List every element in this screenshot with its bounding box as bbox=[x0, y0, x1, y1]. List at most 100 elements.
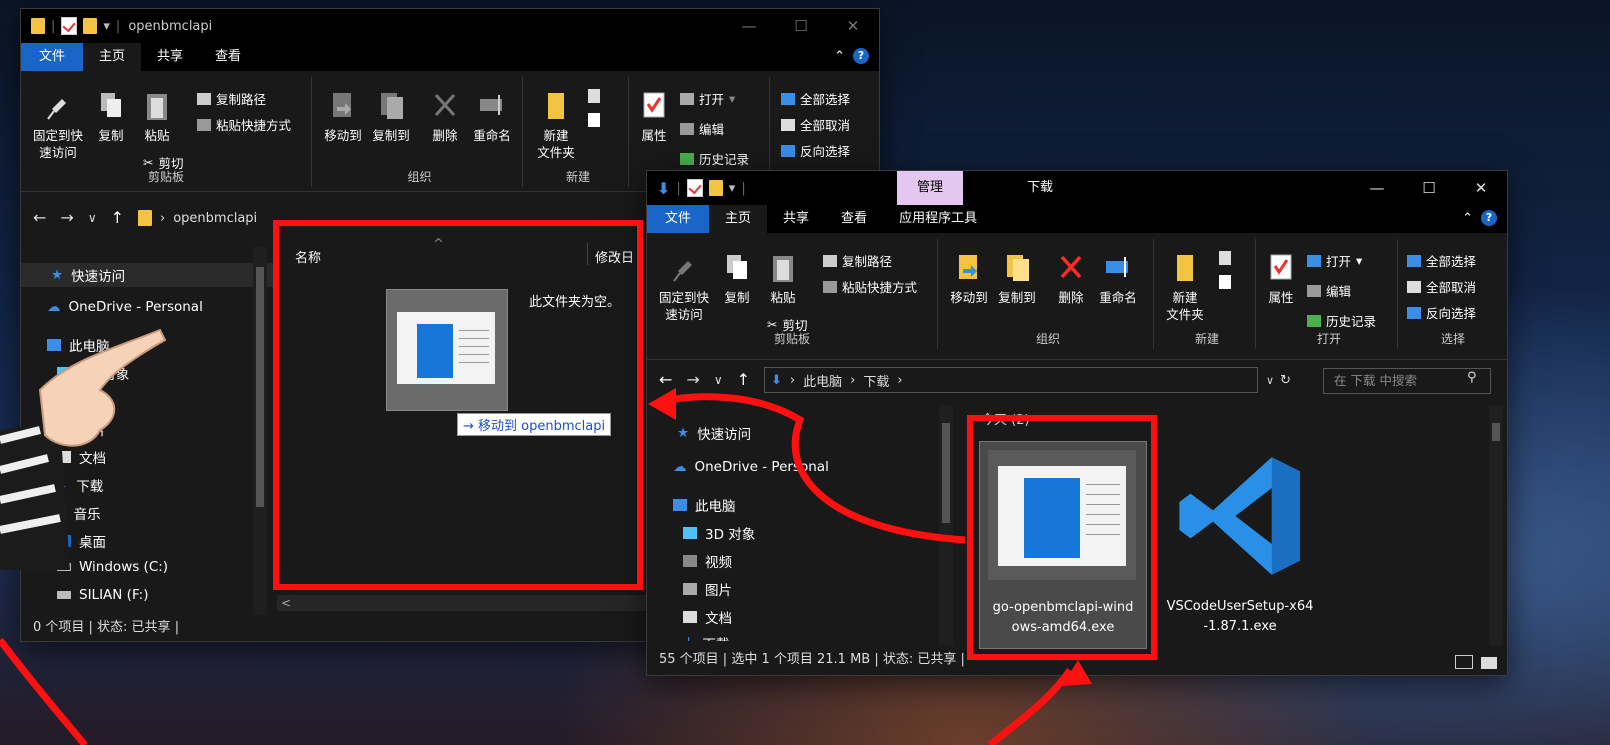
open-button[interactable]: 打开 ▾ bbox=[680, 89, 735, 108]
copy-button[interactable]: 复制 bbox=[91, 89, 131, 144]
tab-share[interactable]: 共享 bbox=[141, 43, 199, 71]
nav-item-downloads[interactable]: ↓下载 bbox=[683, 633, 729, 641]
close-button[interactable]: ✕ bbox=[827, 9, 879, 43]
breadcrumb-downloads[interactable]: 下载 bbox=[863, 371, 889, 390]
tab-view[interactable]: 查看 bbox=[199, 43, 257, 71]
horizontal-scrollbar[interactable]: < bbox=[277, 595, 661, 611]
help-icon[interactable]: ? bbox=[853, 48, 869, 64]
pin-quick-access-button[interactable]: 固定到快 速访问 bbox=[653, 251, 715, 323]
select-all-button[interactable]: 全部选择 bbox=[781, 89, 850, 108]
nav-item-pictures[interactable]: 图片 bbox=[683, 579, 732, 599]
paste-shortcut-button[interactable]: 粘贴快捷方式 bbox=[823, 277, 917, 296]
easy-access-button[interactable] bbox=[1219, 275, 1231, 289]
delete-button[interactable]: 删除 bbox=[425, 89, 465, 144]
file-item-vscode-setup[interactable]: VSCodeUserSetup-x64 -1.87.1.exe bbox=[1155, 441, 1325, 647]
nav-item-documents[interactable]: 文档 bbox=[683, 607, 732, 627]
move-to-button[interactable]: 移动到 bbox=[319, 89, 367, 144]
nav-item-onedrive[interactable]: ☁ OneDrive - Personal bbox=[47, 299, 203, 315]
minimize-button[interactable]: — bbox=[1351, 171, 1403, 205]
title-bar[interactable]: ⬇ | ▾ | 管理 下载 — ☐ ✕ bbox=[647, 171, 1507, 205]
nav-item-drive-f[interactable]: SILIAN (F:) bbox=[57, 587, 148, 603]
rename-button[interactable]: 重命名 bbox=[1093, 251, 1143, 306]
move-to-button[interactable]: 移动到 bbox=[945, 251, 993, 306]
history-button[interactable]: 历史记录 bbox=[1307, 311, 1376, 330]
nav-item-this-pc[interactable]: 此电脑 bbox=[673, 495, 736, 515]
paste-button[interactable]: 粘贴 bbox=[137, 89, 177, 144]
recent-chevron-icon[interactable]: ∨ bbox=[714, 370, 723, 390]
select-all-button[interactable]: 全部选择 bbox=[1407, 251, 1476, 270]
tab-view[interactable]: 查看 bbox=[825, 205, 883, 233]
pin-quick-access-button[interactable]: 固定到快 速访问 bbox=[27, 89, 89, 161]
select-none-button[interactable]: 全部取消 bbox=[1407, 277, 1476, 296]
help-icon[interactable]: ? bbox=[1481, 210, 1497, 226]
maximize-button[interactable]: ☐ bbox=[775, 9, 827, 43]
back-arrow-icon[interactable]: ← bbox=[33, 208, 46, 228]
tab-file[interactable]: 文件 bbox=[21, 43, 84, 71]
properties-icon[interactable] bbox=[686, 179, 703, 197]
copy-path-button[interactable]: 复制路径 bbox=[197, 89, 266, 108]
nav-scrollbar[interactable] bbox=[939, 405, 953, 645]
new-folder-icon[interactable] bbox=[708, 180, 723, 196]
paste-shortcut-button[interactable]: 粘贴快捷方式 bbox=[197, 115, 291, 134]
new-item-button[interactable] bbox=[1219, 251, 1231, 265]
delete-button[interactable]: 删除 bbox=[1051, 251, 1091, 306]
address-dropdown-icon[interactable]: ∨ bbox=[1266, 374, 1274, 387]
recent-chevron-icon[interactable]: ∨ bbox=[88, 208, 97, 228]
nav-item-3d-objects[interactable]: 3D 对象 bbox=[683, 523, 755, 543]
breadcrumb-folder[interactable]: openbmclapi bbox=[173, 211, 257, 226]
title-bar[interactable]: | ▾ | openbmclapi — ☐ ✕ bbox=[21, 9, 879, 43]
ribbon-collapse-icon[interactable]: ⌃ bbox=[834, 49, 845, 64]
ribbon-collapse-icon[interactable]: ⌃ bbox=[1462, 211, 1473, 226]
edit-button[interactable]: 编辑 bbox=[680, 119, 724, 138]
properties-button[interactable]: 属性 bbox=[1263, 251, 1299, 306]
forward-arrow-icon[interactable]: → bbox=[60, 208, 73, 228]
tab-manage-context[interactable]: 管理 bbox=[897, 171, 964, 205]
file-list-scrollbar[interactable] bbox=[1489, 405, 1503, 645]
maximize-button[interactable]: ☐ bbox=[1403, 171, 1455, 205]
history-button[interactable]: 历史记录 bbox=[680, 149, 749, 168]
tab-share[interactable]: 共享 bbox=[767, 205, 825, 233]
breadcrumb[interactable]: ⬇ › 此电脑 › 下载 › bbox=[764, 367, 1259, 393]
new-folder-button[interactable]: 新建 文件夹 bbox=[532, 89, 580, 161]
tab-home[interactable]: 主页 bbox=[83, 43, 142, 71]
up-arrow-icon[interactable]: ↑ bbox=[737, 370, 750, 390]
new-folder-icon[interactable] bbox=[83, 18, 98, 34]
refresh-icon[interactable]: ↻ bbox=[1280, 373, 1291, 388]
chevron-down-icon[interactable]: ▾ bbox=[729, 181, 736, 196]
breadcrumb-this-pc[interactable]: 此电脑 bbox=[803, 371, 842, 390]
nav-item-quick-access[interactable]: ★ 快速访问 bbox=[21, 263, 277, 287]
nav-item-videos[interactable]: 视频 bbox=[683, 551, 732, 571]
invert-selection-button[interactable]: 反向选择 bbox=[1407, 303, 1476, 322]
rename-button[interactable]: 重命名 bbox=[467, 89, 517, 144]
copy-to-button[interactable]: 复制到 bbox=[367, 89, 415, 144]
chevron-down-icon[interactable]: ▾ bbox=[103, 19, 110, 34]
nav-item-quick-access[interactable]: ★ 快速访问 bbox=[677, 423, 751, 443]
up-arrow-icon[interactable]: ↑ bbox=[111, 208, 124, 228]
edit-button[interactable]: 编辑 bbox=[1307, 281, 1351, 300]
nav-scrollbar[interactable] bbox=[253, 247, 267, 615]
new-folder-button[interactable]: 新建 文件夹 bbox=[1161, 251, 1209, 323]
select-none-button[interactable]: 全部取消 bbox=[781, 115, 850, 134]
nav-item-onedrive[interactable]: ☁ OneDrive - Personal bbox=[673, 459, 829, 475]
tab-file[interactable]: 文件 bbox=[647, 205, 710, 233]
minimize-button[interactable]: — bbox=[723, 9, 775, 43]
invert-selection-button[interactable]: 反向选择 bbox=[781, 141, 850, 160]
search-input[interactable]: 在 下载 中搜索 bbox=[1323, 368, 1491, 394]
tab-application-tools[interactable]: 应用程序工具 bbox=[883, 205, 993, 233]
easy-access-button[interactable] bbox=[588, 113, 600, 127]
large-icons-view-icon[interactable] bbox=[1481, 657, 1497, 669]
copy-path-button[interactable]: 复制路径 bbox=[823, 251, 892, 270]
paste-button[interactable]: 粘贴 bbox=[763, 251, 803, 306]
back-arrow-icon[interactable]: ← bbox=[659, 370, 672, 390]
forward-arrow-icon[interactable]: → bbox=[686, 370, 699, 390]
breadcrumb[interactable]: › openbmclapi bbox=[138, 210, 257, 226]
tab-home[interactable]: 主页 bbox=[709, 205, 768, 233]
new-item-button[interactable] bbox=[588, 89, 600, 103]
properties-icon[interactable] bbox=[61, 17, 78, 35]
close-button[interactable]: ✕ bbox=[1455, 171, 1507, 205]
copy-to-button[interactable]: 复制到 bbox=[993, 251, 1041, 306]
open-button[interactable]: 打开 ▾ bbox=[1307, 251, 1362, 270]
properties-button[interactable]: 属性 bbox=[636, 89, 672, 144]
details-view-icon[interactable] bbox=[1455, 655, 1473, 669]
copy-button[interactable]: 复制 bbox=[717, 251, 757, 306]
